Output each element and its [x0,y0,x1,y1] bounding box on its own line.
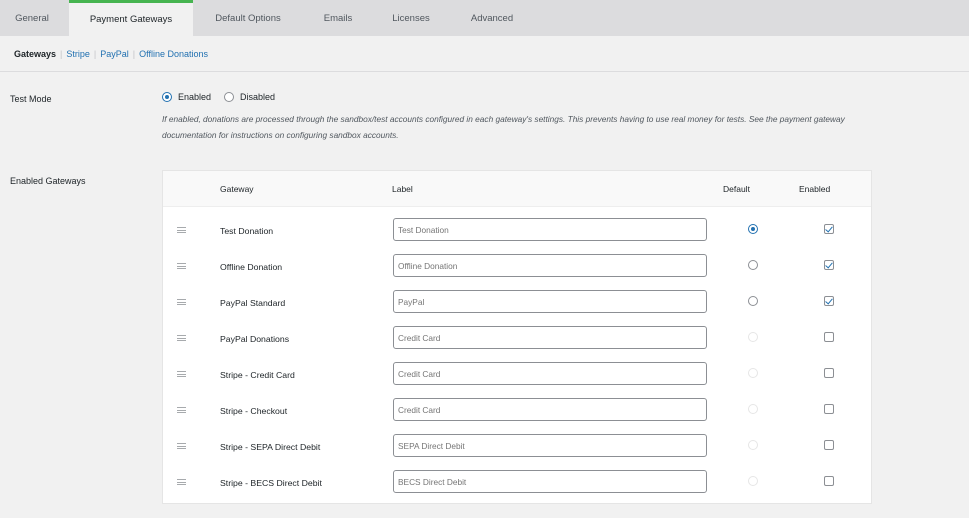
gateway-name: Stripe - BECS Direct Debit [220,478,322,488]
subnav-divider [0,71,969,72]
gateway-label-input[interactable] [393,434,707,457]
subnav-gateways: Gateways [14,49,57,59]
subnav-separator: | [93,49,97,59]
tab-advanced[interactable]: Advanced [452,0,532,36]
gateway-name: Stripe - Credit Card [220,370,295,380]
default-gateway-radio[interactable] [748,224,758,234]
subnav-separator: | [132,49,136,59]
gateway-label-input[interactable] [393,290,707,313]
gateway-name: Stripe - SEPA Direct Debit [220,442,321,452]
tab-default-options[interactable]: Default Options [197,0,299,36]
default-gateway-radio [748,404,758,414]
default-gateway-radio [748,476,758,486]
table-row: Offline Donation [163,248,871,284]
gateways-table: Gateway Label Default Enabled Test Donat… [162,170,872,504]
drag-handle-icon[interactable] [177,443,186,449]
test-mode-description: If enabled, donations are processed thro… [162,114,845,140]
tab-licenses[interactable]: Licenses [375,0,447,36]
default-gateway-radio [748,368,758,378]
tab-emails[interactable]: Emails [306,0,370,36]
drag-handle-icon[interactable] [177,479,186,485]
gateway-label-input[interactable] [393,218,707,241]
gateway-name: Offline Donation [220,262,283,272]
drag-handle-icon[interactable] [177,299,186,305]
gateway-enabled-checkbox[interactable] [824,260,834,270]
default-gateway-radio[interactable] [748,260,758,270]
test-mode-label: Test Mode [10,94,52,104]
settings-tab-bar: General Payment Gateways Default Options… [0,0,969,37]
test-mode-enabled-label[interactable]: Enabled [178,92,211,102]
test-mode-disabled-label[interactable]: Disabled [240,92,275,102]
default-gateway-radio[interactable] [748,296,758,306]
column-enabled: Enabled [799,184,831,194]
test-mode-enabled-radio[interactable] [162,92,172,102]
gateway-name: PayPal Donations [220,334,290,344]
gateway-enabled-checkbox[interactable] [824,224,834,234]
table-row: PayPal Donations [163,320,871,356]
gateway-label-input[interactable] [393,254,707,277]
column-gateway: Gateway [220,184,254,194]
gateway-label-input[interactable] [393,362,707,385]
gateway-name: Test Donation [220,226,274,236]
tab-payment-gateways[interactable]: Payment Gateways [69,0,193,37]
column-label: Label [392,184,413,194]
table-row: Stripe - BECS Direct Debit [163,464,871,500]
table-row: Stripe - Credit Card [163,356,871,392]
drag-handle-icon[interactable] [177,263,186,269]
test-mode-disabled-radio[interactable] [224,92,235,102]
gateway-label-input[interactable] [393,470,707,493]
drag-handle-icon[interactable] [177,407,186,413]
test-mode-radio-group: Enabled Disabled [162,92,288,102]
default-gateway-radio [748,440,758,450]
gateway-enabled-checkbox[interactable] [824,332,834,342]
table-row: Stripe - SEPA Direct Debit [163,428,871,464]
gateway-enabled-checkbox[interactable] [824,404,834,414]
gateway-enabled-checkbox[interactable] [824,368,834,378]
enabled-gateways-label: Enabled Gateways [10,176,86,186]
gateway-label-input[interactable] [393,398,707,421]
drag-handle-icon[interactable] [177,335,186,341]
gateway-label-input[interactable] [393,326,707,349]
drag-handle-icon[interactable] [177,371,186,377]
table-row: Test Donation [163,212,871,248]
default-gateway-radio [748,332,758,342]
subnav-link-stripe[interactable]: Stripe [66,49,90,59]
gateway-name: Stripe - Checkout [220,406,288,416]
column-default: Default [723,184,750,194]
tab-general[interactable]: General [0,0,64,36]
gateways-table-header: Gateway Label Default Enabled [163,171,871,207]
drag-handle-icon[interactable] [177,227,186,233]
gateway-enabled-checkbox[interactable] [824,440,834,450]
table-row: PayPal Standard [163,284,871,320]
subnav-separator: | [60,49,63,59]
gateway-subnav: Gateways | Stripe | PayPal | Offline Donations [14,49,208,59]
gateway-name: PayPal Standard [220,298,286,308]
gateway-enabled-checkbox[interactable] [824,296,834,306]
table-row: Stripe - Checkout [163,392,871,428]
gateway-enabled-checkbox[interactable] [824,476,834,486]
subnav-link-offline-donations[interactable]: Offline Donations [139,49,208,59]
subnav-link-paypal[interactable]: PayPal [100,49,129,59]
